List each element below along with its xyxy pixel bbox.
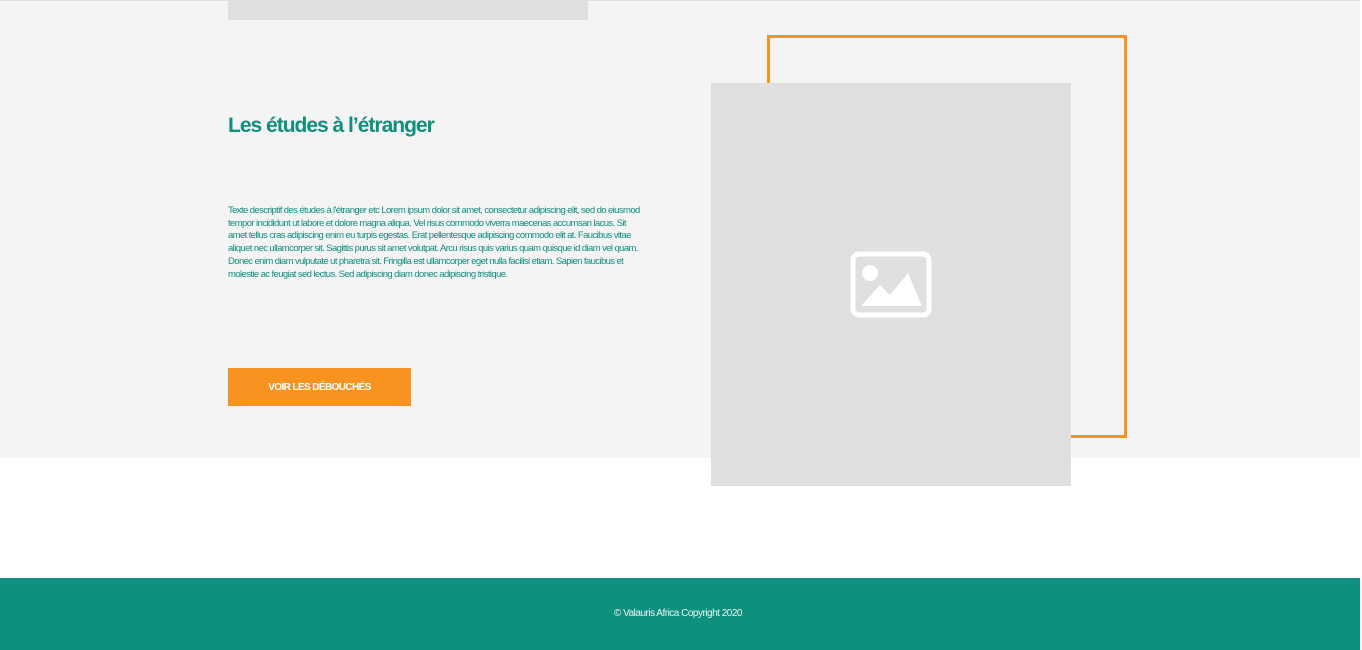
- copyright-text: © Valauris Africa Copyright 2020: [614, 608, 742, 619]
- content-section: [0, 1, 1362, 458]
- image-placeholder-icon: [850, 251, 932, 318]
- page: Les études à l’étranger Texte descriptif…: [0, 0, 1362, 650]
- footer: © Valauris Africa Copyright 2020: [0, 578, 1360, 650]
- section-description: Texte descriptif des études à l'étranger…: [228, 205, 640, 280]
- section-image: [711, 83, 1071, 486]
- voir-debouches-button[interactable]: VOIR LES DÉBOUCHÉS: [228, 368, 411, 406]
- section-title: Les études à l’étranger: [228, 114, 435, 137]
- previous-image-placeholder: [228, 0, 588, 20]
